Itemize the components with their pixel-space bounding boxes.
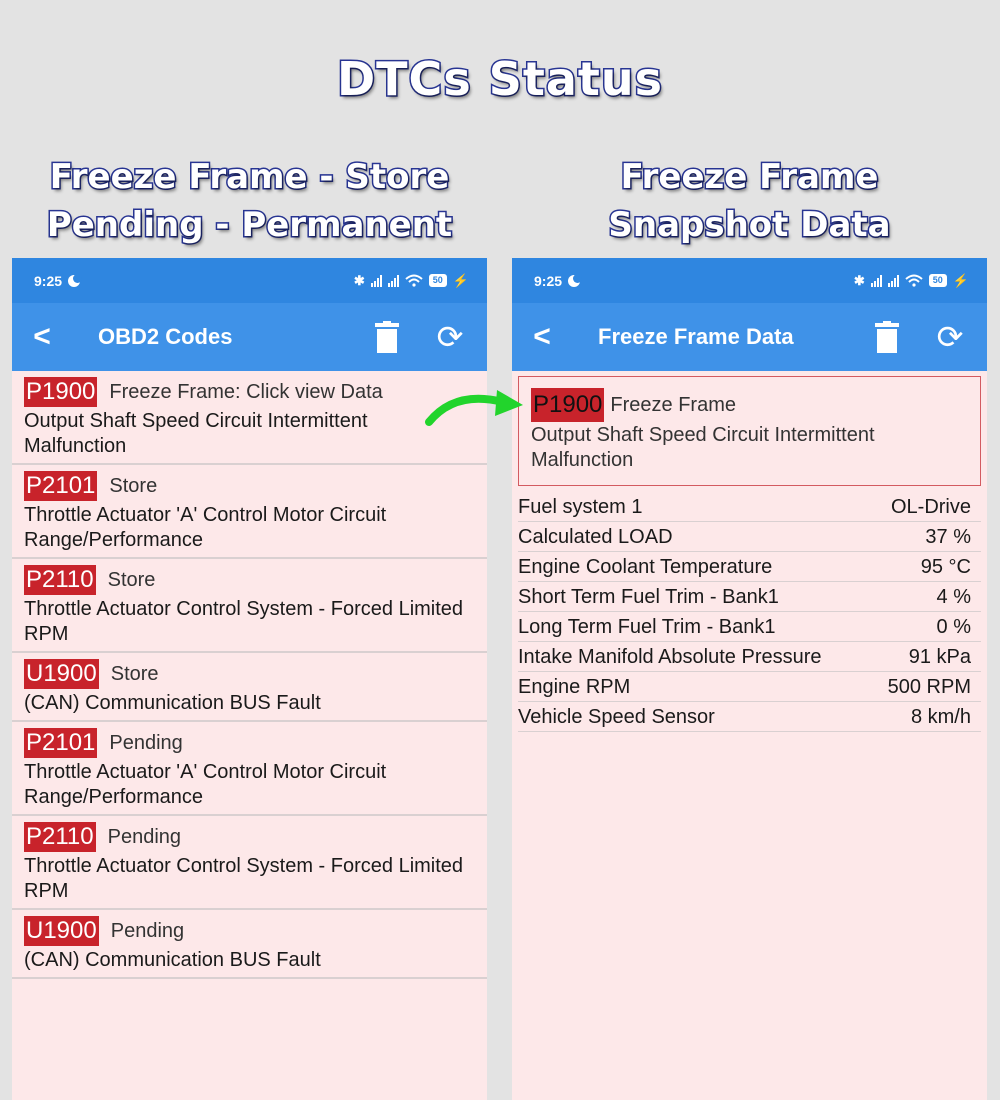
subtitle-left: Freeze Frame - Store Pending - Permanent	[12, 153, 487, 249]
dtc-list: P1900 Freeze Frame: Click view Data Outpu…	[12, 371, 487, 979]
headline: DTCs Status	[336, 51, 664, 108]
dtc-status: Pending	[107, 825, 182, 848]
status-time: 9:25	[34, 272, 63, 289]
dtc-code: P1900	[24, 377, 98, 407]
dtc-status: Pending	[109, 731, 183, 754]
pid-name: Long Term Fuel Trim - Bank1	[518, 616, 776, 638]
dtc-code: U1900	[24, 916, 99, 946]
bluetooth-icon: ✱	[353, 272, 365, 288]
pid-row: Short Term Fuel Trim - Bank1 4 %	[518, 582, 981, 612]
pid-row: Intake Manifold Absolute Pressure 91 kPa	[518, 642, 981, 672]
dtc-description: Throttle Actuator Control System - Force…	[24, 598, 464, 645]
pid-name: Engine Coolant Temperature	[518, 556, 773, 578]
signal-icon	[387, 274, 399, 287]
back-arrow-icon[interactable]: <	[512, 320, 572, 354]
dtc-item[interactable]: U1900 Store (CAN) Communication BUS Fault	[12, 653, 487, 722]
dtc-code: P2110	[24, 565, 96, 595]
dtc-status: Freeze Frame: Click view Data	[109, 380, 383, 403]
dtc-status: Pending	[110, 919, 185, 942]
dtc-item[interactable]: P2101 Store Throttle Actuator 'A' Control…	[12, 465, 487, 559]
dtc-description: (CAN) Communication BUS Fault	[24, 949, 321, 971]
charging-icon: ⚡	[952, 272, 969, 288]
moon-icon	[68, 273, 83, 287]
status-bar: 9:25 ✱ 50 ⚡	[12, 258, 487, 303]
left-phone-screen: 9:25 ✱ 50 ⚡ < OBD2 Codes ⟳ P1900 Freeze F…	[12, 258, 487, 1100]
right-phone-screen: 9:25 ✱ 50 ⚡ < Freeze Frame Data ⟳ P1900 F…	[512, 258, 987, 1100]
pid-row: Long Term Fuel Trim - Bank1 0 %	[518, 612, 981, 642]
pid-row: Vehicle Speed Sensor 8 km/h	[518, 702, 981, 732]
dtc-item[interactable]: P2101 Pending Throttle Actuator 'A' Contr…	[12, 722, 487, 816]
dtc-description: Throttle Actuator 'A' Control Motor Circ…	[24, 504, 387, 551]
subtitle-right-line1: Freeze Frame	[619, 156, 880, 199]
pid-value: 0 %	[936, 616, 971, 638]
app-bar: < Freeze Frame Data ⟳	[512, 303, 987, 371]
dtc-description: Throttle Actuator Control System - Force…	[24, 855, 464, 902]
pid-value: 91 kPa	[908, 646, 971, 668]
pid-row: Fuel system 1 OL-Drive	[518, 492, 981, 522]
pid-value: 37 %	[925, 526, 971, 548]
pid-name: Calculated LOAD	[518, 526, 673, 548]
dtc-status: Store	[110, 662, 159, 685]
freeze-frame-header: P1900 Freeze Frame Output Shaft Speed Cir…	[518, 376, 981, 486]
dtc-item[interactable]: P2110 Store Throttle Actuator Control Sys…	[12, 559, 487, 653]
dtc-code: P2110	[24, 822, 96, 852]
subtitle-left-line2: Pending - Permanent	[45, 204, 453, 247]
pid-name: Intake Manifold Absolute Pressure	[518, 646, 822, 668]
trash-icon[interactable]	[375, 321, 399, 353]
app-bar: < OBD2 Codes ⟳	[12, 303, 487, 371]
pid-value: 95 °C	[920, 556, 971, 578]
pid-name: Short Term Fuel Trim - Bank1	[518, 586, 779, 608]
ff-dtc-code: P1900	[531, 388, 605, 422]
pid-row: Calculated LOAD 37 %	[518, 522, 981, 552]
subtitle-right-line2: Snapshot Data	[607, 204, 892, 247]
dtc-status: Store	[107, 568, 156, 591]
refresh-icon[interactable]: ⟳	[433, 320, 467, 354]
pid-name: Vehicle Speed Sensor	[518, 706, 715, 728]
status-bar: 9:25 ✱ 50 ⚡	[512, 258, 987, 303]
subtitle-left-line1: Freeze Frame - Store	[48, 156, 451, 199]
signal-icon	[870, 274, 882, 287]
pid-value: 500 RPM	[887, 676, 971, 698]
green-arrow-icon	[425, 390, 523, 426]
pid-name: Fuel system 1	[518, 496, 643, 518]
dtc-item[interactable]: P1900 Freeze Frame: Click view Data Outpu…	[12, 371, 487, 465]
page-title: OBD2 Codes	[98, 324, 233, 349]
status-icons: ✱ 50 ⚡	[854, 273, 969, 289]
pid-value: 8 km/h	[910, 706, 971, 728]
moon-icon	[568, 273, 583, 287]
dtc-item[interactable]: P2110 Pending Throttle Actuator Control S…	[12, 816, 487, 910]
refresh-icon[interactable]: ⟳	[933, 320, 967, 354]
pid-row: Engine Coolant Temperature 95 °C	[518, 552, 981, 582]
charging-icon: ⚡	[452, 272, 469, 288]
status-time: 9:25	[534, 272, 563, 289]
pid-name: Engine RPM	[518, 676, 631, 698]
dtc-status: Store	[109, 474, 158, 497]
status-icons: ✱ 50 ⚡	[354, 273, 469, 289]
pid-value: OL-Drive	[890, 496, 971, 518]
dtc-code: U1900	[24, 659, 99, 689]
dtc-code: P2101	[24, 471, 98, 501]
wifi-icon	[405, 274, 423, 287]
dtc-description: (CAN) Communication BUS Fault	[24, 692, 321, 714]
dtc-code: P2101	[24, 728, 98, 758]
dtc-description: Output Shaft Speed Circuit Intermittent …	[24, 410, 368, 457]
pid-value: 4 %	[936, 586, 971, 608]
wifi-icon	[905, 274, 923, 287]
battery-icon: 50	[428, 274, 447, 287]
subtitle-right: Freeze Frame Snapshot Data	[512, 153, 987, 249]
dtc-item[interactable]: U1900 Pending (CAN) Communication BUS Fau…	[12, 910, 487, 979]
back-arrow-icon[interactable]: <	[12, 320, 72, 354]
ff-label: Freeze Frame	[610, 393, 736, 416]
signal-icon	[887, 274, 899, 287]
dtc-description: Throttle Actuator 'A' Control Motor Circ…	[24, 761, 387, 808]
ff-description: Output Shaft Speed Circuit Intermittent …	[531, 424, 875, 471]
signal-icon	[370, 274, 382, 287]
pid-row: Engine RPM 500 RPM	[518, 672, 981, 702]
trash-icon[interactable]	[875, 321, 899, 353]
battery-icon: 50	[928, 274, 947, 287]
pid-list: Fuel system 1 OL-Drive Calculated LOAD 37 …	[512, 492, 987, 732]
page-title: Freeze Frame Data	[598, 324, 794, 349]
bluetooth-icon: ✱	[853, 272, 865, 288]
